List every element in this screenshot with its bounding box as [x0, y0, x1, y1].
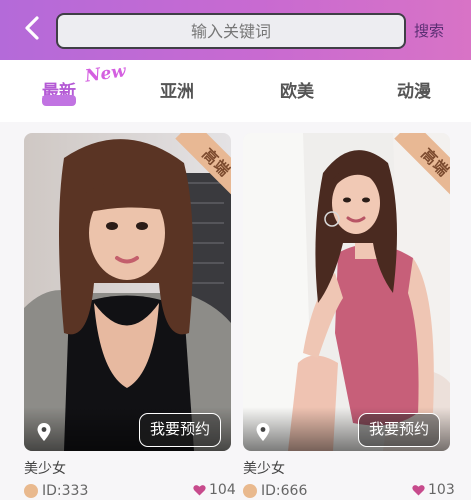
- book-button[interactable]: 我要预约: [138, 413, 221, 447]
- likes-value: 104: [209, 482, 236, 498]
- search-box: [56, 13, 406, 49]
- likes-count: 103: [412, 482, 455, 498]
- ribbon-band: 高端: [175, 133, 231, 195]
- tab-anime[interactable]: 动漫: [397, 77, 431, 102]
- tab-asia[interactable]: 亚洲: [160, 77, 194, 102]
- active-tab-indicator: [42, 95, 76, 106]
- profile-name: 美少女: [24, 461, 66, 477]
- profile-name: 美少女: [243, 461, 285, 477]
- search-input[interactable]: [58, 15, 404, 47]
- tab-europe-america[interactable]: 欧美: [280, 77, 314, 102]
- likes-count: 104: [193, 482, 236, 498]
- back-arrow-icon[interactable]: [18, 13, 46, 43]
- likes-value: 103: [428, 482, 455, 498]
- heart-icon: [412, 485, 425, 496]
- location-pin-icon: [37, 423, 51, 441]
- id-dot-icon: [243, 484, 257, 498]
- ribbon-band: 高端: [394, 133, 450, 195]
- category-tabs: 最新 亚洲 欧美 动漫: [0, 60, 471, 122]
- top-bar: 搜索: [0, 0, 471, 60]
- id-dot-icon: [24, 484, 38, 498]
- ribbon: 高端: [388, 133, 450, 195]
- book-button[interactable]: 我要预约: [357, 413, 440, 447]
- profile-id: ID:666: [261, 483, 308, 499]
- heart-icon: [193, 485, 206, 496]
- search-button[interactable]: 搜索: [414, 20, 444, 41]
- profile-id: ID:333: [42, 483, 89, 499]
- ribbon-label: 高端: [417, 144, 450, 181]
- ribbon: 高端: [169, 133, 231, 195]
- ribbon-label: 高端: [198, 144, 231, 181]
- profile-card[interactable]: 高端 我要预约: [24, 133, 231, 451]
- profile-id-row: ID:666: [243, 482, 307, 500]
- profile-id-row: ID:333: [24, 482, 88, 500]
- profile-card[interactable]: 高端 我要预约: [243, 133, 450, 451]
- location-pin-icon: [256, 423, 270, 441]
